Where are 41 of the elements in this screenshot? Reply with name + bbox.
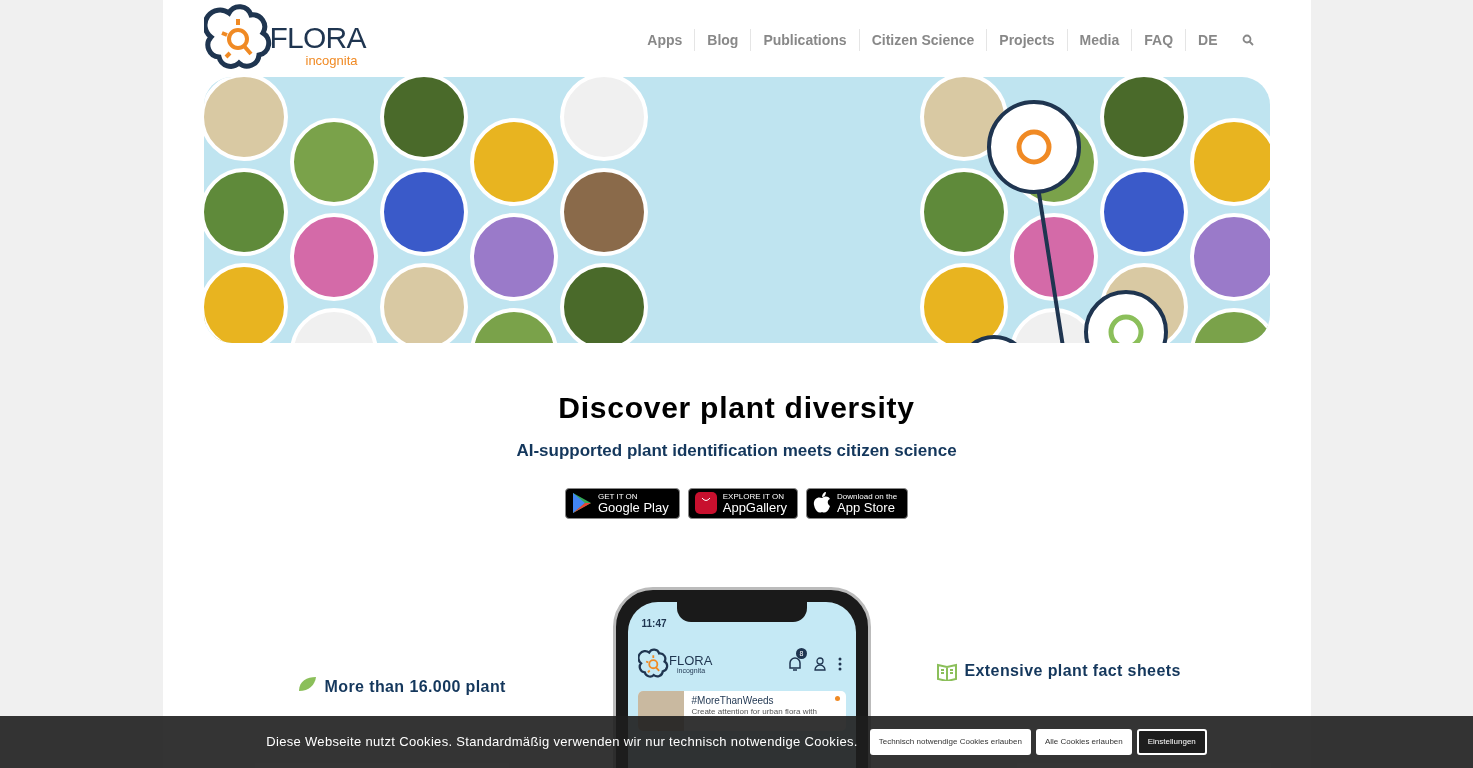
logo-wordmark: FLORA: [269, 22, 366, 53]
feature-heading: Extensive plant fact sheets: [964, 662, 1181, 679]
page-heading: Discover plant diversity: [558, 390, 915, 426]
feature-heading: More than 16.000 plant: [324, 676, 506, 697]
nav-link[interactable]: Projects: [986, 29, 1067, 51]
cookie-button[interactable]: Alle Cookies erlauben: [1035, 729, 1132, 755]
badge-caption: EXPLORE IT ON: [722, 492, 785, 501]
card-text: Create attention for urban flora with: [691, 707, 817, 718]
cookie-message: Diese Webseite nutzt Cookies. Standardmäßig verwenden wir nur technisch notwendige Cookies.: [266, 733, 858, 752]
store-badge-link[interactable]: EXPLORE IT ON AppGallery: [687, 487, 799, 519]
store-badge-link[interactable]: GET IT ON Google Play: [564, 487, 680, 519]
search-icon[interactable]: [1241, 34, 1254, 46]
status-time: 11:47: [641, 617, 667, 629]
nav-link[interactable]: Citizen Science: [858, 29, 987, 51]
apple-icon: [813, 492, 832, 514]
badge-store-name: AppGallery: [722, 500, 788, 514]
nav-link[interactable]: Apps: [635, 29, 695, 51]
badge-store-name: Google Play: [597, 500, 669, 514]
more-icon[interactable]: [837, 657, 842, 672]
user-icon[interactable]: [813, 657, 826, 672]
nav-link[interactable]: Media: [1066, 29, 1132, 51]
cookie-button[interactable]: Einstellungen: [1136, 729, 1207, 755]
app-icon: [694, 492, 717, 514]
bell-icon[interactable]: [787, 656, 802, 673]
page-subheading: AI-supported plant identification meets citizen science: [516, 440, 957, 462]
play-triangle-icon: [571, 492, 592, 514]
store-badge-link[interactable]: Download on the App Store: [806, 487, 909, 519]
nav-link[interactable]: DE: [1185, 29, 1230, 51]
logo-tagline: incognita: [305, 52, 359, 70]
badge-store-name: App Store: [837, 500, 896, 514]
nav-link[interactable]: FAQ: [1131, 29, 1186, 51]
nav-link[interactable]: Publications: [750, 29, 859, 51]
leaf-icon: [296, 674, 317, 693]
nav-link[interactable]: Blog: [694, 29, 751, 51]
book-icon: [936, 662, 957, 681]
cookie-button[interactable]: Technisch notwendige Cookies erlauben: [869, 729, 1031, 755]
flower-logo-icon: [637, 647, 669, 681]
app-wordmark: FLORA: [669, 654, 713, 668]
card-title: #MoreThanWeeds: [691, 694, 775, 708]
badge-caption: Download on the: [837, 492, 898, 501]
badge-caption: GET IT ON: [597, 492, 639, 501]
